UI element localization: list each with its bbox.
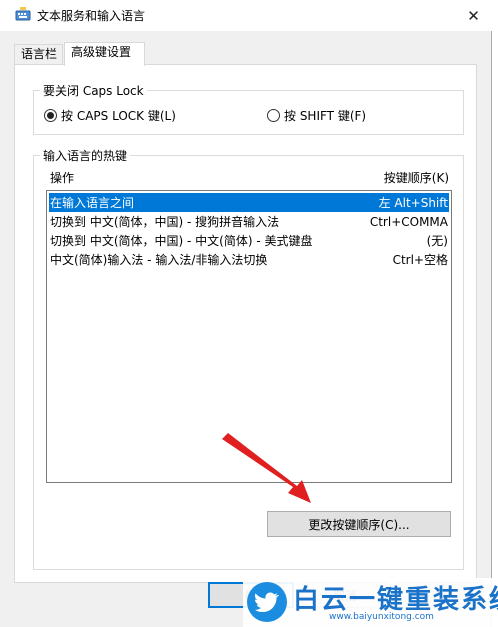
watermark: 白云一键重装系统 www.baiyunxitong.com	[243, 578, 498, 627]
list-item[interactable]: 在输入语言之间 左 Alt+Shift	[49, 193, 449, 212]
list-item-action: 中文(简体)输入法 - 输入法/非输入法切换	[50, 253, 268, 267]
list-item-keys: Ctrl+空格	[392, 253, 448, 267]
list-item[interactable]: 切换到 中文(简体，中国) - 中文(简体) - 美式键盘 (无)	[49, 231, 449, 250]
list-item-keys: 左 Alt+Shift	[378, 196, 448, 210]
title-bar: 文本服务和输入语言 ✕	[0, 0, 492, 31]
bird-logo-icon	[247, 582, 287, 622]
list-item[interactable]: 切换到 中文(简体，中国) - 搜狗拼音输入法 Ctrl+COMMA	[49, 212, 449, 231]
close-button[interactable]: ✕	[455, 0, 492, 31]
dialog-window: 文本服务和输入语言 ✕ 语言栏 高级键设置 要关闭 Caps Lock 按 CA…	[0, 0, 492, 627]
window-title: 文本服务和输入语言	[37, 9, 146, 23]
hotkeys-group: 输入语言的热键 操作 按键顺序(K) 在输入语言之间 左 Alt+Shift 切…	[33, 147, 464, 570]
keyboard-icon	[15, 7, 31, 21]
list-item-action: 切换到 中文(简体，中国) - 搜狗拼音输入法	[50, 215, 280, 229]
tab-language-bar[interactable]: 语言栏	[14, 44, 63, 65]
hotkey-list[interactable]: 在输入语言之间 左 Alt+Shift 切换到 中文(简体，中国) - 搜狗拼音…	[46, 190, 452, 483]
radio-unchecked-icon[interactable]	[267, 109, 280, 122]
list-item-action: 切换到 中文(简体，中国) - 中文(简体) - 美式键盘	[50, 234, 313, 248]
change-key-sequence-button[interactable]: 更改按键顺序(C)...	[267, 511, 451, 537]
close-icon: ✕	[467, 6, 480, 25]
watermark-title: 白云一键重装系统	[293, 585, 498, 615]
list-item-keys: (无)	[426, 234, 448, 248]
list-item-action: 在输入语言之间	[50, 196, 135, 210]
caps-lock-group: 要关闭 Caps Lock 按 CAPS LOCK 键(L) 按 SHIFT 键…	[33, 82, 464, 135]
hotkeys-group-title: 输入语言的热键	[40, 147, 131, 164]
tab-advanced-key-settings[interactable]: 高级键设置	[64, 42, 145, 66]
caps-lock-group-title: 要关闭 Caps Lock	[40, 82, 147, 99]
radio-checked-icon[interactable]	[44, 109, 57, 122]
caps-lock-radio-label: 按 CAPS LOCK 键(L)	[61, 109, 176, 123]
shift-radio-label: 按 SHIFT 键(F)	[284, 109, 367, 123]
watermark-url: www.baiyunxitong.com	[329, 612, 434, 622]
list-item-keys: Ctrl+COMMA	[369, 214, 448, 229]
shift-radio-option[interactable]: 按 SHIFT 键(F)	[267, 107, 366, 124]
tab-panel: 要关闭 Caps Lock 按 CAPS LOCK 键(L) 按 SHIFT 键…	[14, 64, 477, 583]
list-item[interactable]: 中文(简体)输入法 - 输入法/非输入法切换 Ctrl+空格	[49, 250, 449, 269]
column-header-key-sequence: 按键顺序(K)	[383, 171, 449, 185]
caps-lock-radio-option[interactable]: 按 CAPS LOCK 键(L)	[44, 107, 176, 124]
column-header-action: 操作	[50, 171, 75, 185]
